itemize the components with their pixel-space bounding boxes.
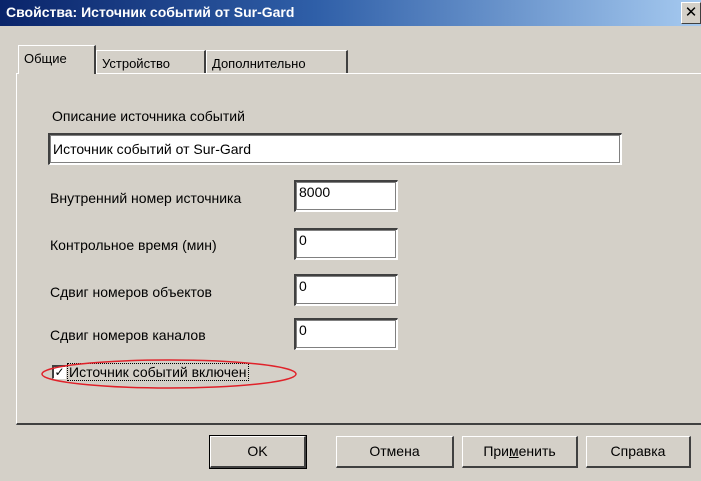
object-shift-label: Сдвиг номеров объектов — [50, 284, 212, 300]
apply-button[interactable]: Применить — [462, 436, 578, 468]
channel-shift-input[interactable]: 0 — [294, 318, 398, 350]
help-button[interactable]: Справка — [586, 436, 691, 468]
internal-number-input[interactable]: 8000 — [294, 180, 398, 212]
check-icon: ✓ — [54, 365, 65, 379]
properties-dialog: Свойства: Источник событий от Sur-Gard ✕… — [0, 0, 701, 481]
internal-number-value: 8000 — [299, 184, 331, 200]
apply-label-end: енить — [518, 443, 556, 459]
ok-button[interactable]: OK — [209, 435, 307, 469]
channel-shift-label: Сдвиг номеров каналов — [50, 327, 206, 343]
object-shift-value: 0 — [299, 278, 307, 294]
description-input[interactable]: Источник событий от Sur-Gard — [48, 133, 622, 165]
enabled-label[interactable]: Источник событий включен — [67, 363, 249, 381]
channel-shift-value: 0 — [299, 322, 307, 338]
apply-label-accelerator: м — [509, 443, 519, 459]
description-value: Источник событий от Sur-Gard — [53, 141, 251, 157]
object-shift-input[interactable]: 0 — [294, 274, 398, 306]
ok-button-label: OK — [247, 443, 268, 459]
internal-number-label: Внутренний номер источника — [50, 190, 242, 206]
enabled-checkbox[interactable]: ✓ — [52, 365, 66, 379]
control-time-label: Контрольное время (мин) — [50, 237, 217, 253]
cancel-button[interactable]: Отмена — [336, 436, 454, 468]
cancel-button-label: Отмена — [369, 443, 420, 459]
help-button-label: Справка — [610, 443, 666, 459]
apply-label-start: При — [483, 443, 509, 459]
control-time-input[interactable]: 0 — [294, 228, 398, 260]
description-label: Описание источника событий — [52, 108, 245, 124]
control-time-value: 0 — [299, 232, 307, 248]
form-layer: Описание источника событий Источник собы… — [0, 0, 701, 481]
